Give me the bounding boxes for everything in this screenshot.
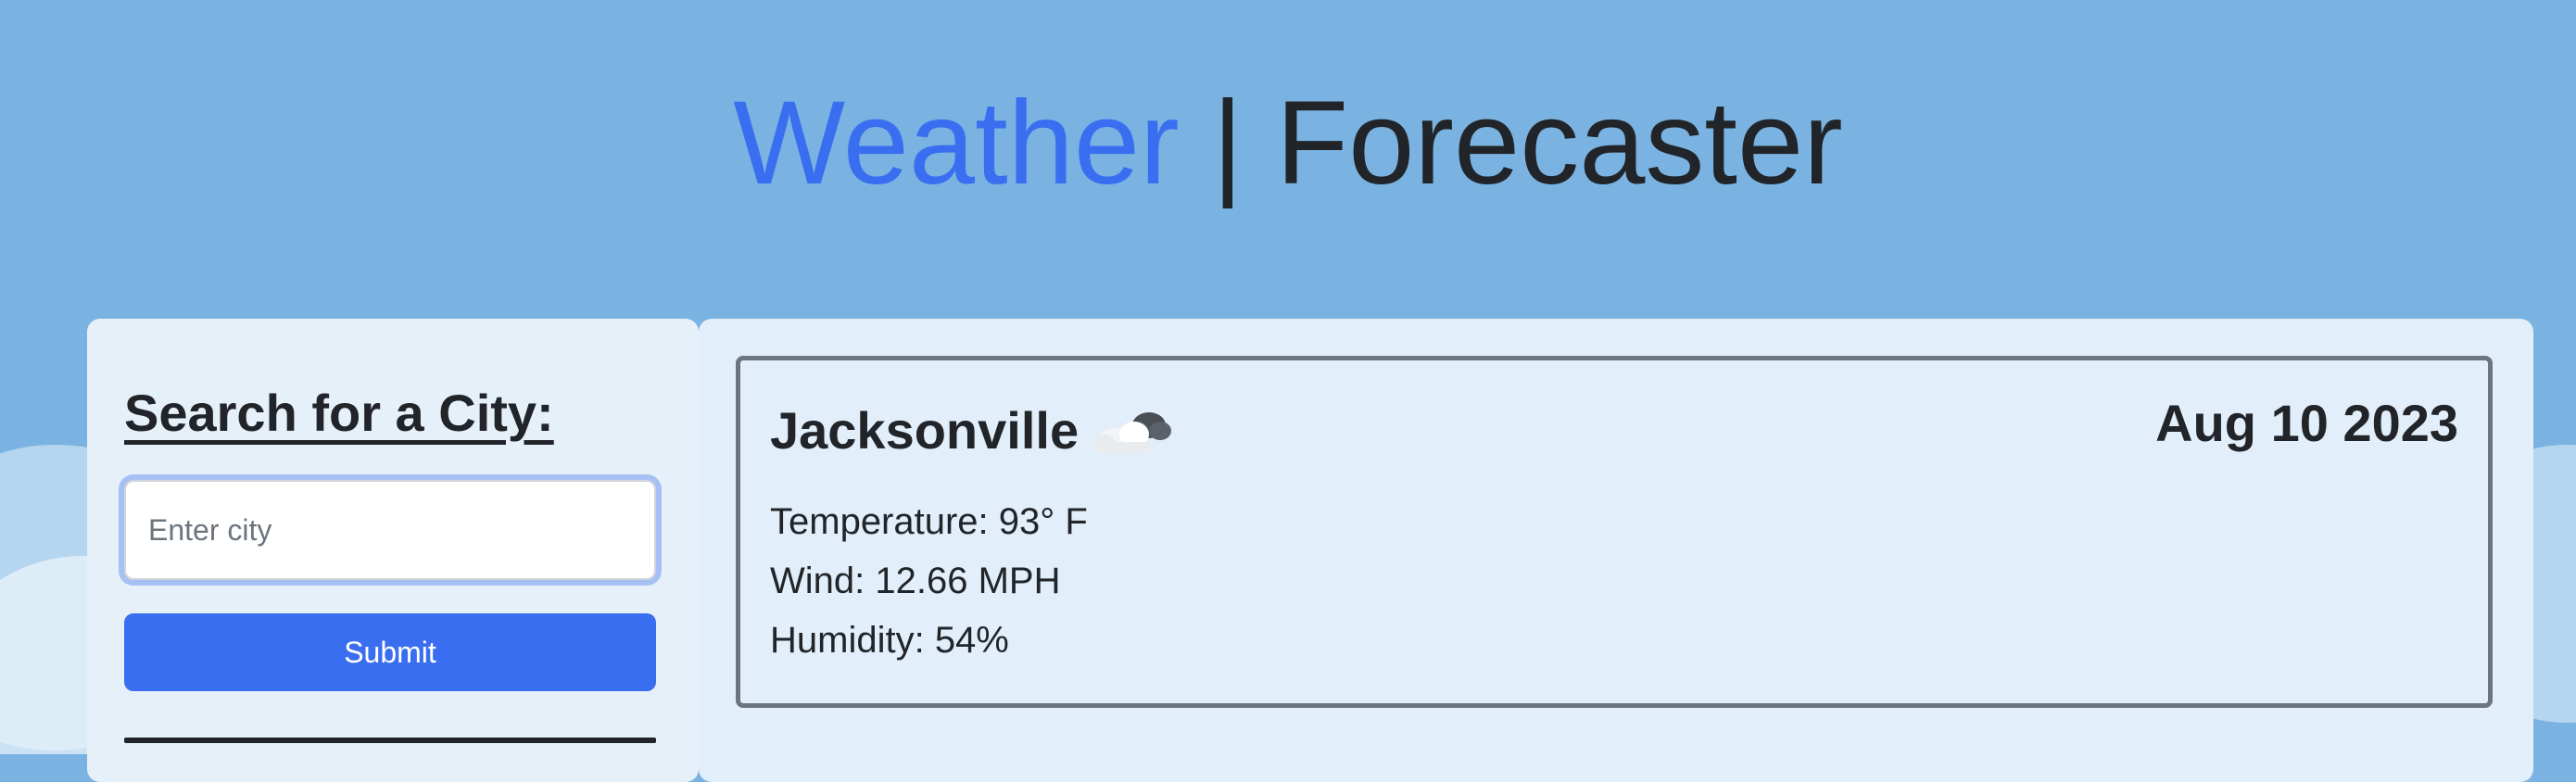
cloud-icon <box>1092 405 1175 457</box>
temperature-text: Temperature: 93° F <box>770 501 1088 542</box>
title-separator: | <box>1212 77 1244 209</box>
page-title: Weather | Forecaster <box>0 74 2576 213</box>
city-search-input[interactable] <box>124 480 656 580</box>
search-sidebar: Search for a City: Submit <box>87 319 699 782</box>
city-name: Jacksonville <box>770 401 1080 460</box>
current-weather-card: Jacksonville Aug 10 2023 Temperature: 93… <box>736 356 2493 708</box>
forecast-panel: Jacksonville Aug 10 2023 Temperature: 93… <box>699 319 2533 782</box>
wind-text: Wind: 12.66 MPH <box>770 561 1061 601</box>
submit-button[interactable]: Submit <box>124 613 656 691</box>
search-heading: Search for a City: <box>124 384 554 442</box>
sidebar-divider <box>124 738 656 743</box>
title-brand: Weather <box>733 77 1180 209</box>
forecast-date: Aug 10 2023 <box>2155 394 2458 452</box>
city-row: Jacksonville <box>770 401 1175 460</box>
humidity-text: Humidity: 54% <box>770 620 1009 661</box>
title-rest: Forecaster <box>1276 77 1843 209</box>
